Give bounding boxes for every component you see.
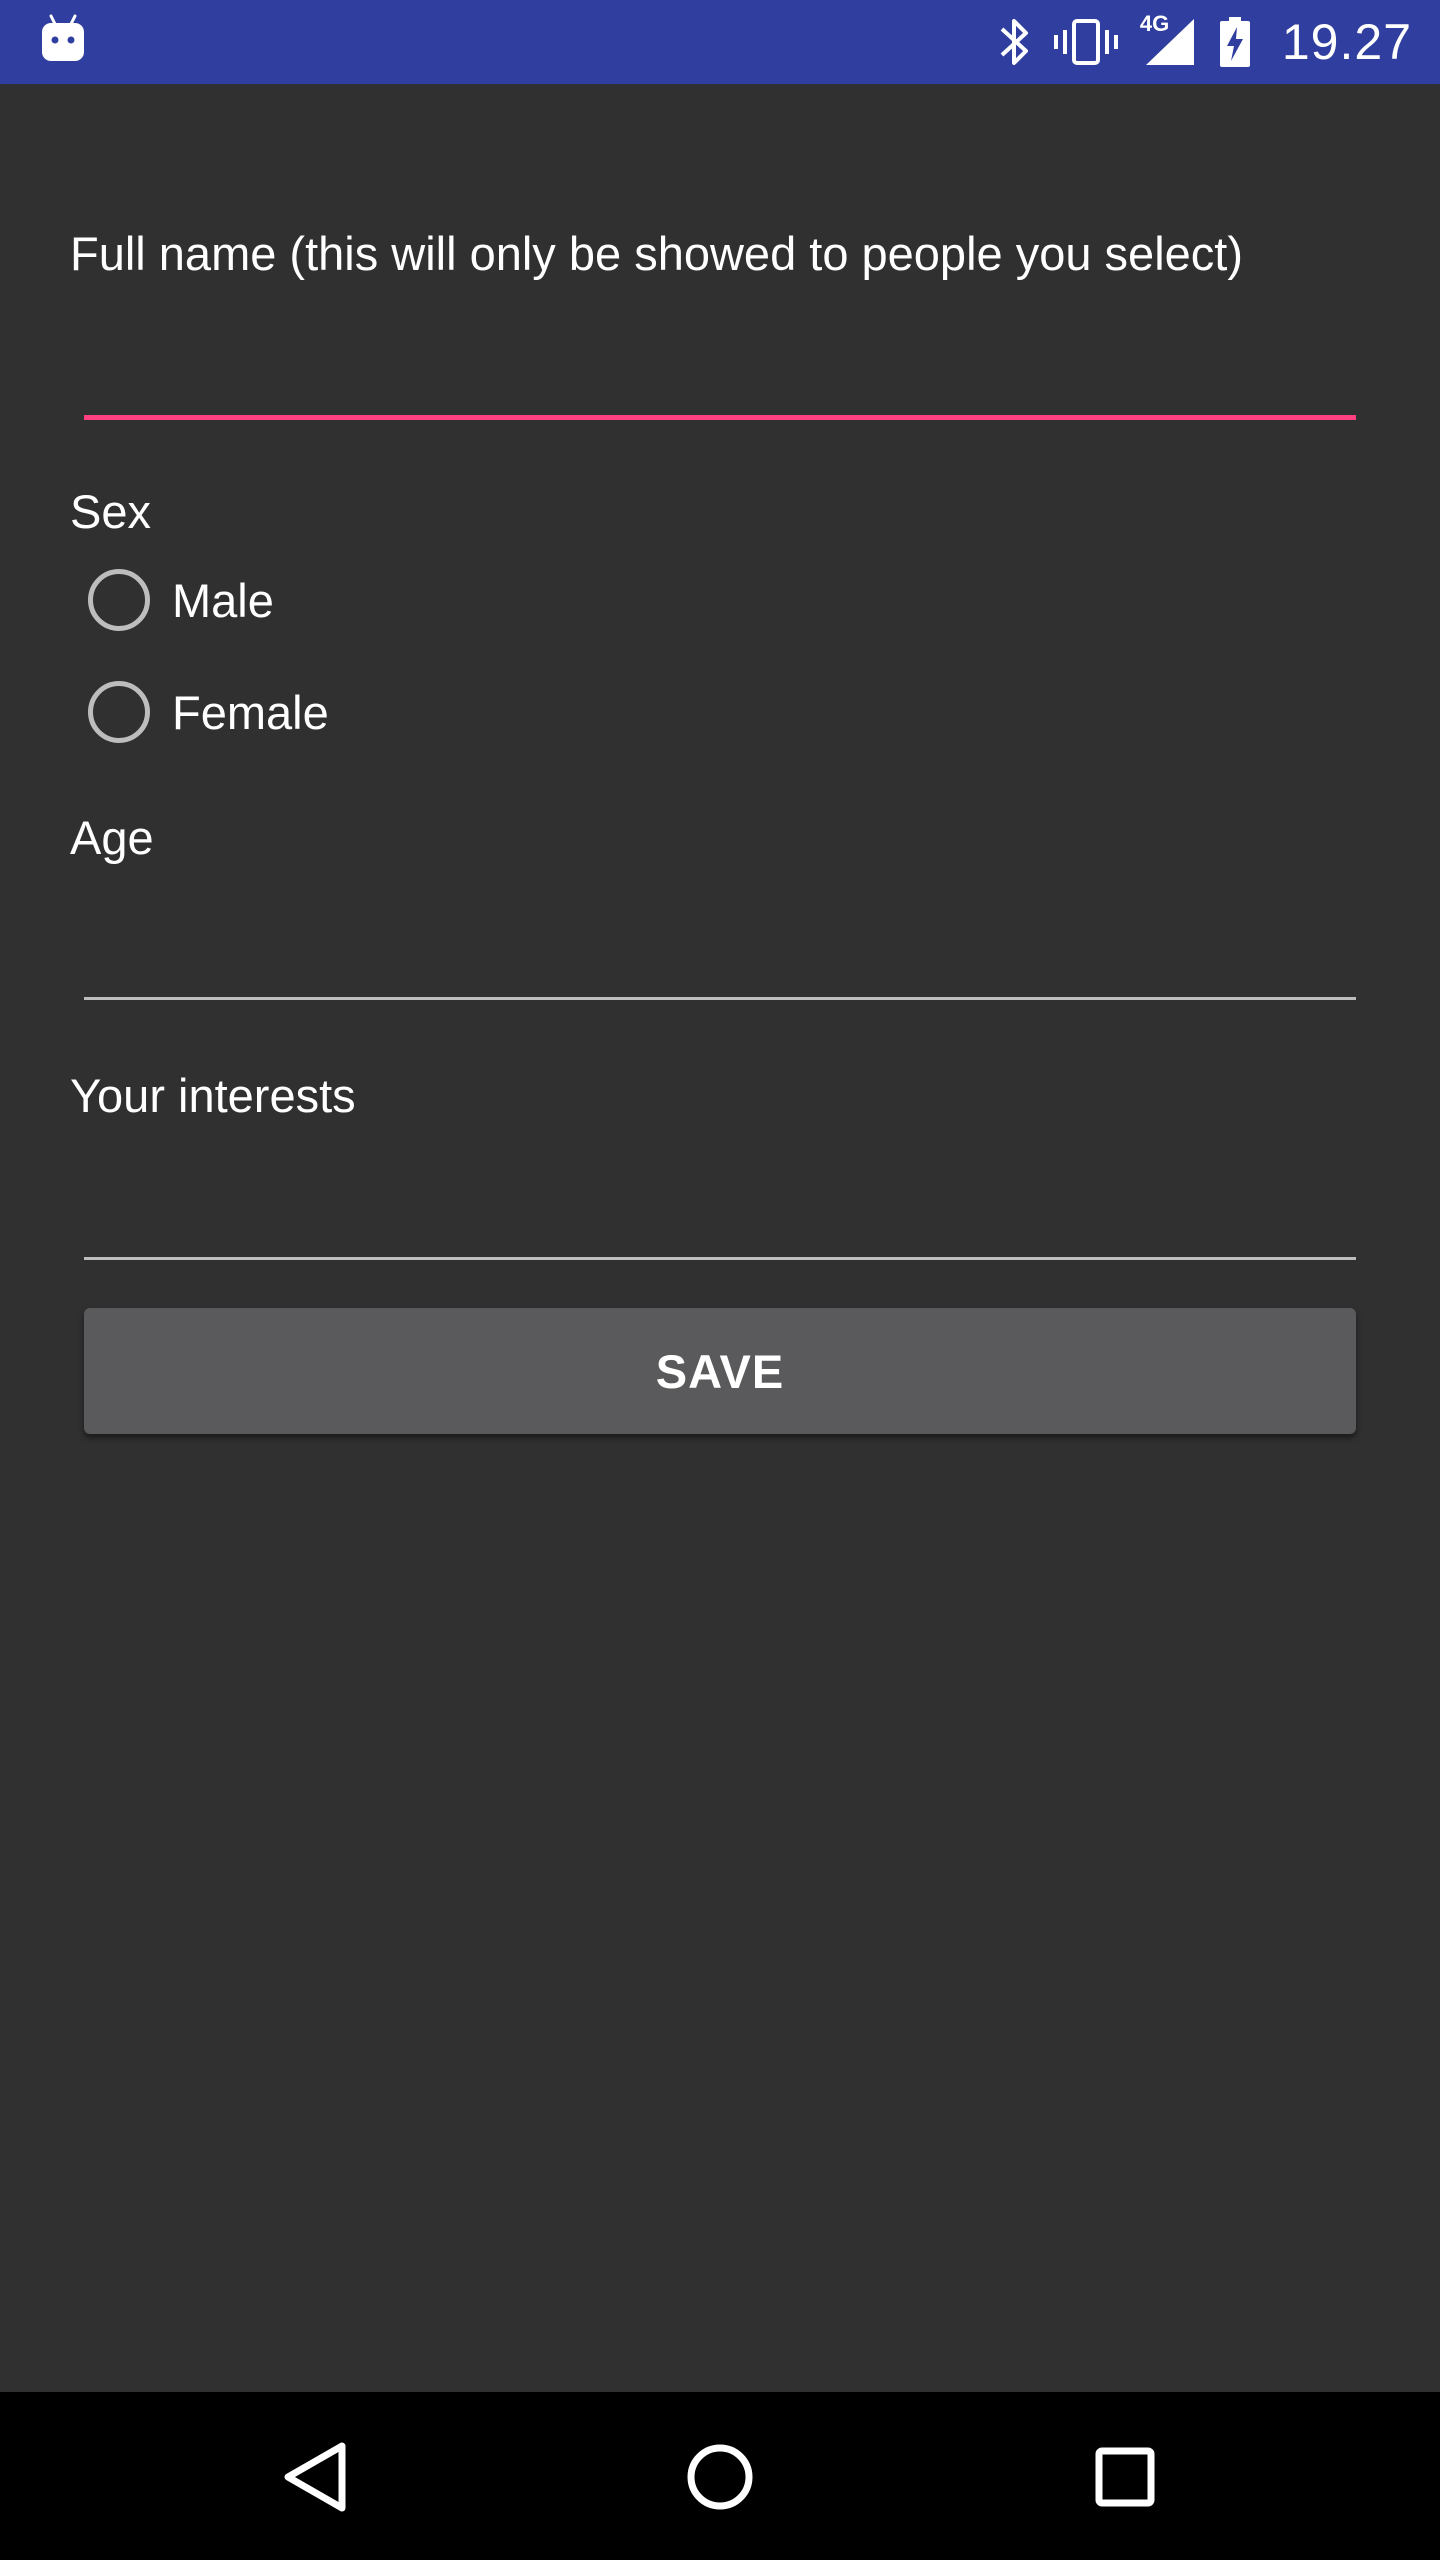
- status-clock: 19.27: [1281, 14, 1412, 70]
- recents-button[interactable]: [1080, 2432, 1170, 2522]
- radio-male[interactable]: Male: [88, 560, 274, 640]
- bluetooth-icon: [1000, 19, 1028, 65]
- radio-female-label: Female: [172, 685, 329, 739]
- signal-icon: [1145, 19, 1194, 65]
- android-icon: [42, 14, 84, 61]
- signal-indicator: 4G: [1140, 11, 1196, 67]
- full-name-input[interactable]: [84, 320, 1356, 420]
- age-label: Age: [70, 811, 154, 864]
- radio-unchecked-icon: [88, 569, 150, 631]
- interests-input[interactable]: [84, 1160, 1356, 1260]
- back-icon: [284, 2442, 346, 2512]
- save-button[interactable]: SAVE: [84, 1308, 1356, 1434]
- back-button[interactable]: [270, 2432, 360, 2522]
- status-icons: 4G 19.27: [998, 0, 1412, 84]
- navigation-bar: [0, 2392, 1440, 2560]
- radio-male-label: Male: [172, 573, 274, 627]
- age-input[interactable]: [84, 900, 1356, 1000]
- home-icon: [687, 2444, 753, 2510]
- vibrate-icon: [1053, 19, 1118, 65]
- full-name-label: Full name (this will only be showed to p…: [70, 227, 1243, 280]
- battery-charging-icon: [1219, 17, 1250, 67]
- home-button[interactable]: [675, 2432, 765, 2522]
- radio-female[interactable]: Female: [88, 672, 329, 752]
- sex-label: Sex: [70, 485, 151, 538]
- status-bar: 4G 19.27: [0, 0, 1440, 84]
- recents-icon: [1095, 2447, 1155, 2507]
- profile-form-screen: 4G 19.27 Full name (this will only be sh…: [0, 0, 1440, 2560]
- radio-unchecked-icon: [88, 681, 150, 743]
- interests-label: Your interests: [70, 1069, 356, 1122]
